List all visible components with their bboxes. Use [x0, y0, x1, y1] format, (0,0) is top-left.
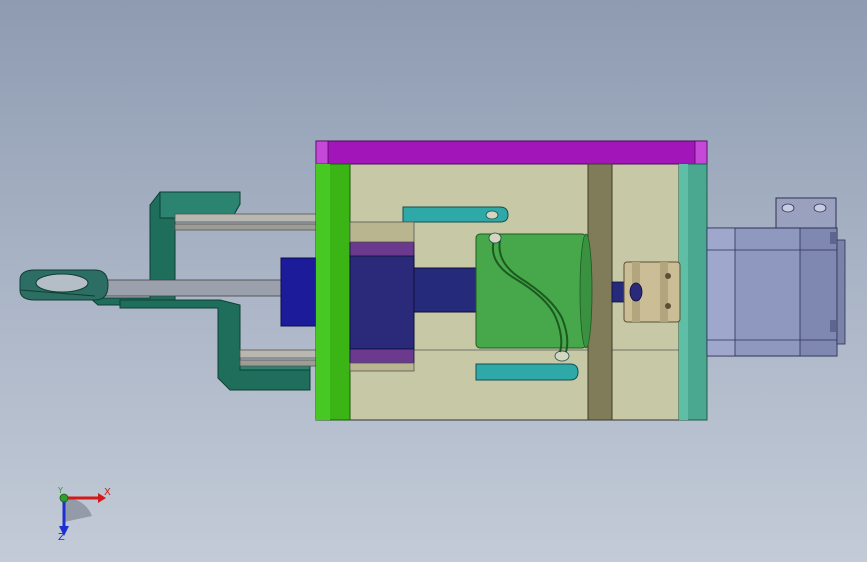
shaft-coupling[interactable]: [623, 261, 681, 323]
servo-motor[interactable]: [706, 197, 846, 357]
orientation-triad[interactable]: [59, 493, 106, 536]
cam-cylinder[interactable]: [475, 232, 593, 353]
right-end-plate[interactable]: [678, 163, 708, 421]
left-end-plate[interactable]: [315, 163, 351, 421]
z-axis-label: Z: [58, 532, 65, 543]
triad-shadow-icon: [64, 497, 92, 522]
cad-viewport[interactable]: X Y Z: [0, 0, 867, 562]
x-axis-label: X: [104, 487, 111, 498]
top-plate[interactable]: [315, 140, 708, 165]
assembly-drawing[interactable]: [0, 0, 867, 562]
y-axis-label: Y: [58, 486, 63, 495]
piston-head[interactable]: [280, 257, 318, 327]
